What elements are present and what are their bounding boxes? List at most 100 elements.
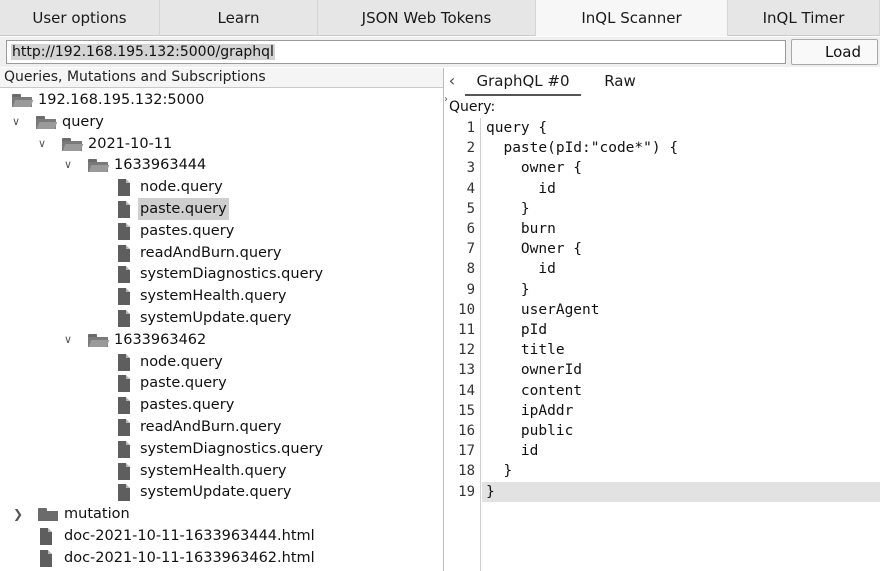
code-line[interactable]: Owner { (482, 239, 880, 259)
code-line[interactable]: title (482, 340, 880, 360)
tree-item-label: systemUpdate.query (140, 310, 292, 326)
code-line[interactable]: userAgent (482, 300, 880, 320)
tree-item-label: 1633963462 (114, 331, 207, 348)
tree-item-label: query (62, 113, 104, 130)
tree-row[interactable]: systemHealth.query (0, 460, 440, 482)
code-line[interactable]: } (482, 461, 880, 481)
code-line[interactable]: pId (482, 320, 880, 340)
tree-row[interactable]: ∨ 1633963444 (0, 154, 440, 176)
line-number: 8 (466, 261, 475, 278)
folder-open-icon (88, 333, 110, 347)
file-icon (118, 179, 130, 197)
file-icon (118, 462, 130, 480)
code-line[interactable]: ipAddr (482, 401, 880, 421)
code-line[interactable]: id (482, 441, 880, 461)
code-line[interactable]: ownerId (482, 360, 880, 380)
line-number-gutter: 1 2 3 4 5 6 7 8 9 10 11 12 13 14 15 16 17 18 19 (445, 118, 481, 571)
folder-open-icon (88, 159, 110, 173)
tree-item-label: doc-2021-10-11-1633963462.html (64, 549, 315, 566)
query-editor-panel: ‹ GraphQL #0 Raw › Query: 1 2 3 4 5 6 7 8 9 10 11 1… (444, 68, 880, 571)
collapse-caret-icon[interactable]: › (444, 94, 448, 105)
tree-row[interactable]: systemDiagnostics.query (0, 438, 440, 460)
tree-item-label: systemDiagnostics.query (140, 266, 324, 283)
tree-row[interactable]: ❯ mutation (0, 503, 440, 525)
tree-row[interactable]: systemHealth.query (0, 285, 440, 307)
tree-row[interactable]: ∨ 2021-10-11 (0, 133, 440, 155)
code-line[interactable]: burn (482, 219, 880, 239)
folder-open-icon (36, 115, 58, 129)
code-line[interactable]: public (482, 421, 880, 441)
file-icon (118, 266, 130, 284)
tree-item-label: readAndBurn.query (140, 244, 282, 261)
code-line[interactable]: query { (482, 118, 880, 138)
code-line[interactable]: content (482, 381, 880, 401)
code-line[interactable]: id (482, 259, 880, 279)
tree-row[interactable]: pastes.query (0, 394, 440, 416)
tree-row[interactable]: readAndBurn.query (0, 242, 440, 264)
tree-row[interactable]: systemDiagnostics.query (0, 263, 440, 285)
folder-closed-icon (38, 508, 58, 522)
line-number: 17 (458, 443, 475, 460)
tree-row[interactable]: node.query (0, 351, 440, 373)
url-toolbar: http://192.168.195.132:5000/graphql Load (0, 37, 880, 67)
file-icon (118, 310, 130, 327)
chevron-down-icon[interactable]: ∨ (36, 133, 48, 155)
code-line[interactable]: } (482, 199, 880, 219)
tab-raw[interactable]: Raw (585, 68, 655, 96)
tree-item-label: 192.168.195.132:5000 (38, 92, 205, 108)
tab-graphql-0[interactable]: GraphQL #0 (465, 68, 581, 96)
tree-row[interactable]: 192.168.195.132:5000 (0, 89, 440, 111)
tab-json-web-tokens[interactable]: JSON Web Tokens (318, 0, 536, 36)
chevron-left-icon[interactable]: ‹ (445, 68, 459, 94)
tree-row[interactable]: systemUpdate.query (0, 307, 440, 329)
tab-user-options[interactable]: User options (0, 0, 160, 36)
tab-inql-timer[interactable]: InQL Timer (728, 0, 880, 36)
line-number: 9 (466, 281, 475, 298)
tab-learn[interactable]: Learn (160, 0, 318, 36)
file-icon (118, 375, 130, 393)
tree-row[interactable]: doc-2021-10-11-1633963444.html (0, 525, 440, 547)
chevron-right-icon[interactable]: ❯ (12, 503, 24, 525)
tree-row[interactable]: paste.query (0, 198, 440, 220)
tree-row[interactable]: systemUpdate.query (0, 481, 440, 503)
tree-item-label: pastes.query (140, 222, 235, 239)
code-line[interactable]: } (482, 280, 880, 300)
line-number: 1 (466, 120, 475, 136)
chevron-down-icon[interactable]: ∨ (62, 154, 74, 176)
code-editor[interactable]: 1 2 3 4 5 6 7 8 9 10 11 12 13 14 15 16 17 18 19 query { pa… (445, 118, 880, 571)
code-line[interactable]: owner { (482, 158, 880, 178)
editor-tab-bar: ‹ GraphQL #0 Raw (445, 68, 880, 96)
code-line[interactable]: } (482, 481, 880, 502)
tree-row[interactable]: node.query (0, 176, 440, 198)
tree-row[interactable]: ∨ query (0, 111, 440, 133)
tree-row[interactable]: paste.query (0, 372, 440, 394)
code-line[interactable]: paste(pId:"code*") { (482, 138, 880, 158)
tab-inql-scanner[interactable]: InQL Scanner (536, 0, 728, 36)
url-input[interactable]: http://192.168.195.132:5000/graphql (6, 40, 786, 64)
code-line[interactable]: id (482, 179, 880, 199)
tree-row[interactable]: doc-2021-10-11-1633963462.html (0, 547, 440, 569)
line-number: 5 (466, 200, 475, 217)
load-button[interactable]: Load (791, 39, 878, 65)
tree-item-label: mutation (64, 506, 130, 523)
tree-item-label: node.query (140, 353, 223, 370)
query-tree-panel: Queries, Mutations and Subscriptions 192… (0, 68, 444, 571)
line-number: 6 (466, 221, 475, 237)
line-number: 14 (458, 382, 475, 399)
line-number: 19 (458, 483, 475, 500)
tree-header: Queries, Mutations and Subscriptions (0, 68, 443, 88)
tree-row[interactable]: pastes.query (0, 220, 440, 242)
file-icon (118, 201, 130, 218)
line-number: 16 (458, 423, 475, 439)
tree-item-label: systemHealth.query (140, 288, 287, 305)
chevron-down-icon[interactable]: ∨ (62, 329, 74, 351)
tree-item-label: readAndBurn.query (140, 419, 282, 435)
folder-open-icon (12, 94, 34, 107)
line-number: 4 (466, 180, 475, 197)
tree-row[interactable]: ∨ 1633963462 (0, 329, 440, 351)
chevron-down-icon[interactable]: ∨ (10, 111, 22, 133)
line-number: 10 (458, 301, 475, 318)
file-icon (40, 549, 52, 567)
tree-row[interactable]: readAndBurn.query (0, 416, 440, 438)
file-icon (40, 528, 52, 545)
